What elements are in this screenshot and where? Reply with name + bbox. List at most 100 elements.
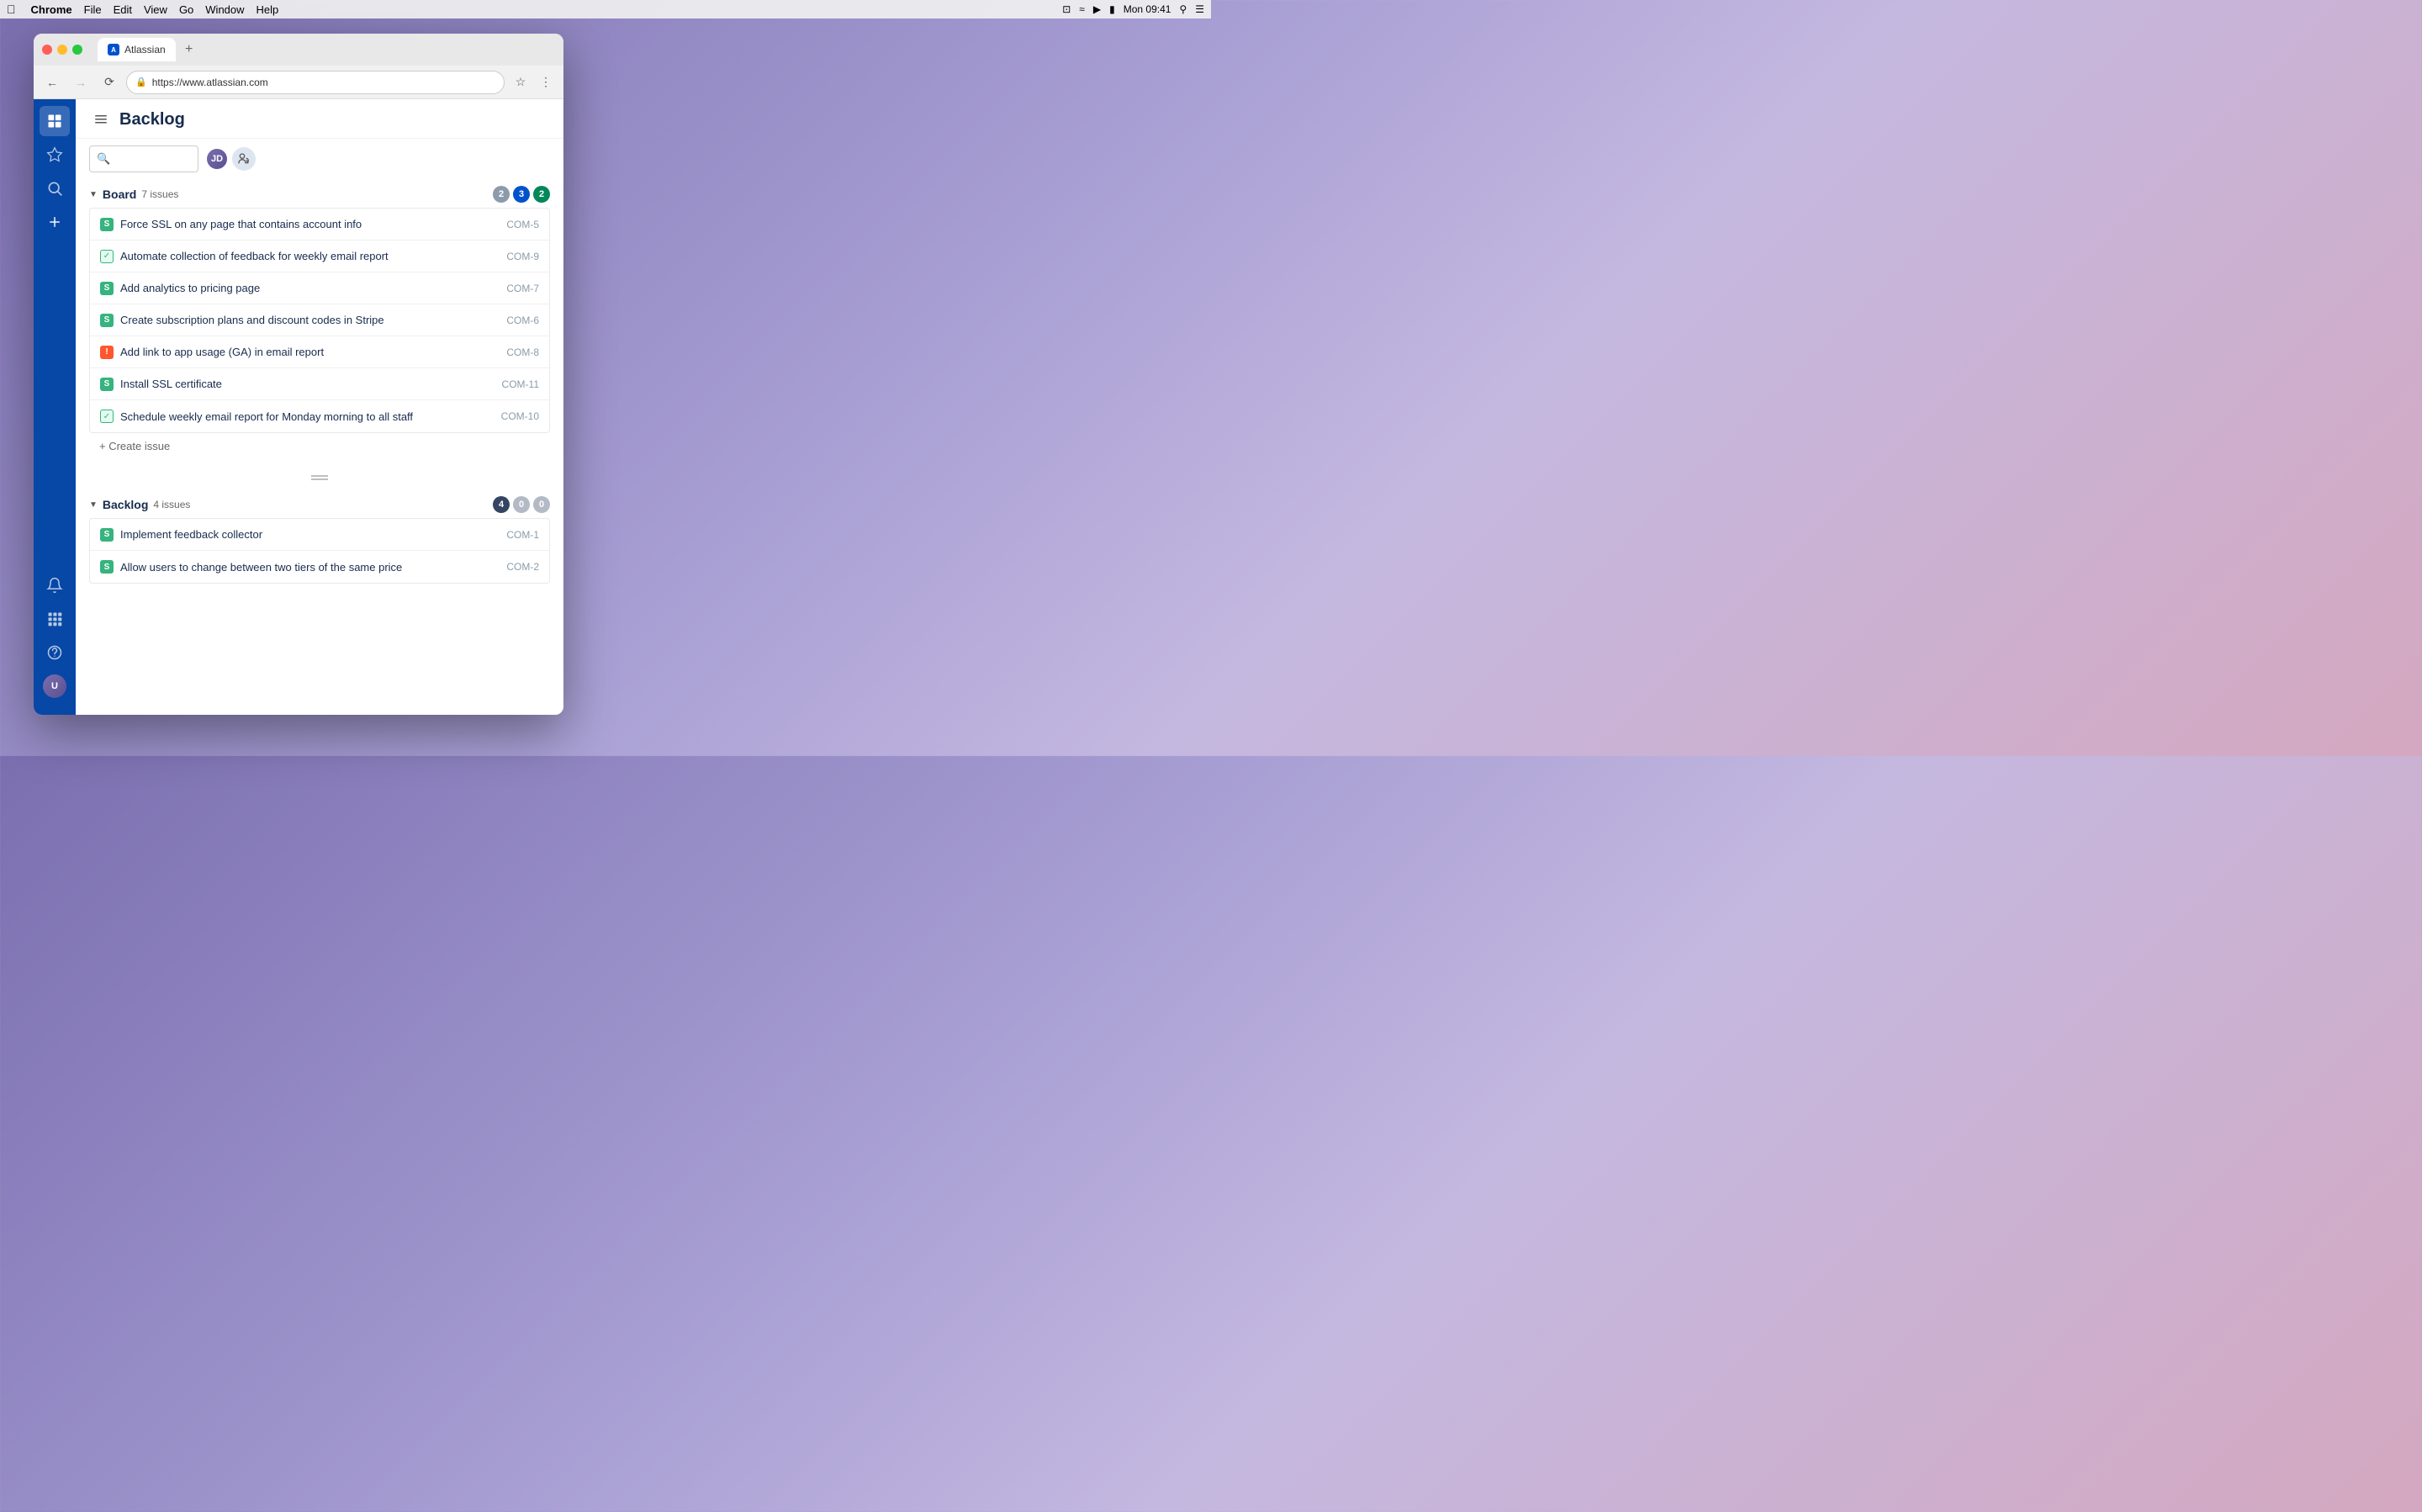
traffic-lights <box>42 45 82 55</box>
bell-icon <box>46 577 63 594</box>
plus-icon <box>46 214 63 230</box>
url-text: https://www.atlassian.com <box>152 77 268 88</box>
issue-id: COM-1 <box>506 529 539 541</box>
menubar-left:  Chrome File Edit View Go Window Help <box>7 3 278 16</box>
more-button[interactable]: ⋮ <box>535 71 557 93</box>
star-icon <box>46 146 63 163</box>
tab-title: Atlassian <box>124 44 166 56</box>
sidebar-item-starred[interactable] <box>40 140 70 170</box>
board-badge-1: 3 <box>513 186 530 203</box>
create-issue-label: + Create issue <box>99 440 170 452</box>
table-row[interactable]: ! Add link to app usage (GA) in email re… <box>90 336 549 368</box>
board-section: ▼ Board 7 issues 2 3 2 S Force SSL on an… <box>76 179 563 459</box>
sidebar-item-help[interactable] <box>40 637 70 668</box>
backlog-badge-0: 4 <box>493 496 510 513</box>
backlog-section-header[interactable]: ▼ Backlog 4 issues 4 0 0 <box>89 489 550 518</box>
board-badge-0: 2 <box>493 186 510 203</box>
issue-title: Add link to app usage (GA) in email repo… <box>120 346 500 358</box>
menubar-search-icon[interactable]: ⚲ <box>1179 3 1187 15</box>
backlog-badge-2: 0 <box>533 496 550 513</box>
avatar-user1-img: JD <box>207 149 227 169</box>
sidebar-item-notifications[interactable] <box>40 570 70 600</box>
issue-type-story-icon: S <box>100 218 114 231</box>
lock-icon: 🔒 <box>135 77 147 87</box>
board-issues-list: S Force SSL on any page that contains ac… <box>89 208 550 433</box>
minimize-button[interactable] <box>57 45 67 55</box>
table-row[interactable]: S Add analytics to pricing page COM-7 <box>90 272 549 304</box>
issue-title: Schedule weekly email report for Monday … <box>120 410 494 423</box>
issue-title: Add analytics to pricing page <box>120 282 500 294</box>
menubar-file[interactable]: File <box>84 3 102 16</box>
search-box-icon: 🔍 <box>97 152 110 166</box>
avatar-user1[interactable]: JD <box>205 147 229 171</box>
section-divider[interactable] <box>76 466 563 489</box>
issue-id: COM-7 <box>506 283 539 294</box>
board-section-header[interactable]: ▼ Board 7 issues 2 3 2 <box>89 179 550 208</box>
menubar-screen-icon: ⊡ <box>1062 3 1071 15</box>
search-input[interactable] <box>115 153 191 166</box>
issue-title: Allow users to change between two tiers … <box>120 561 500 574</box>
menubar-window[interactable]: Window <box>205 3 244 16</box>
avatar-team[interactable] <box>232 147 256 171</box>
apple-logo-icon[interactable]:  <box>7 3 16 16</box>
menubar-help[interactable]: Help <box>256 3 279 16</box>
apps-icon <box>46 611 63 627</box>
menubar-view[interactable]: View <box>144 3 167 16</box>
issue-type-story-icon: S <box>100 314 114 327</box>
issue-type-bug-icon: ! <box>100 346 114 359</box>
backlog-issues-list: S Implement feedback collector COM-1 S A… <box>89 518 550 584</box>
menubar-go[interactable]: Go <box>179 3 193 16</box>
search-icon <box>46 180 63 197</box>
table-row[interactable]: S Install SSL certificate COM-11 <box>90 368 549 400</box>
backlog-section-title: Backlog <box>103 498 148 511</box>
toolbar-actions: ☆ ⋮ <box>510 71 557 93</box>
menubar-chrome[interactable]: Chrome <box>31 3 72 16</box>
backlog-chevron-icon: ▼ <box>89 500 98 510</box>
menubar-list-icon[interactable]: ☰ <box>1195 3 1204 15</box>
table-row[interactable]: S Force SSL on any page that contains ac… <box>90 209 549 241</box>
backlog-section-badges: 4 0 0 <box>493 496 550 513</box>
menubar:  Chrome File Edit View Go Window Help ⊡… <box>0 0 1211 19</box>
menubar-right: ⊡ ≈ ▶ ▮ Mon 09:41 ⚲ ☰ <box>1062 3 1204 15</box>
issue-id: COM-11 <box>502 378 539 390</box>
close-button[interactable] <box>42 45 52 55</box>
forward-button[interactable]: → <box>69 71 93 94</box>
issue-type-story-icon: S <box>100 378 114 391</box>
table-row[interactable]: ✓ Automate collection of feedback for we… <box>90 241 549 272</box>
menubar-time: Mon 09:41 <box>1124 3 1171 15</box>
avatar-group: JD <box>205 147 256 171</box>
issue-type-check-icon: ✓ <box>100 410 114 423</box>
issue-type-check-icon: ✓ <box>100 250 114 263</box>
table-row[interactable]: ✓ Schedule weekly email report for Monda… <box>90 400 549 432</box>
chrome-toolbar: ← → ⟳ 🔒 https://www.atlassian.com ☆ ⋮ <box>34 66 563 99</box>
sidebar-item-profile[interactable]: U <box>40 671 70 701</box>
issue-title: Automate collection of feedback for week… <box>120 250 500 262</box>
menubar-edit[interactable]: Edit <box>114 3 132 16</box>
back-button[interactable]: ← <box>40 71 64 94</box>
menubar-wifi-icon: ≈ <box>1079 3 1085 15</box>
sidebar-item-search[interactable] <box>40 173 70 204</box>
active-tab[interactable]: A Atlassian <box>98 38 176 61</box>
sidebar-item-create[interactable] <box>40 207 70 237</box>
menu-toggle-button[interactable] <box>89 108 113 131</box>
table-row[interactable]: S Create subscription plans and discount… <box>90 304 549 336</box>
issue-type-story-icon: S <box>100 560 114 574</box>
menubar-volume-icon: ▶ <box>1093 3 1101 15</box>
table-row[interactable]: S Allow users to change between two tier… <box>90 551 549 583</box>
new-tab-button[interactable]: + <box>179 40 199 60</box>
reload-button[interactable]: ⟳ <box>98 71 121 94</box>
issue-id: COM-9 <box>506 251 539 262</box>
sidebar-item-home[interactable] <box>40 106 70 136</box>
maximize-button[interactable] <box>72 45 82 55</box>
address-bar[interactable]: 🔒 https://www.atlassian.com <box>126 71 505 94</box>
search-box[interactable]: 🔍 <box>89 145 198 172</box>
page-toolbar: 🔍 JD <box>76 139 563 179</box>
issue-type-story-icon: S <box>100 528 114 542</box>
table-row[interactable]: S Implement feedback collector COM-1 <box>90 519 549 551</box>
sidebar-item-apps[interactable] <box>40 604 70 634</box>
home-icon <box>46 113 63 130</box>
profile-avatar: U <box>43 674 66 698</box>
backlog-issue-count: 4 issues <box>153 499 190 510</box>
create-issue-button[interactable]: + Create issue <box>89 433 550 459</box>
bookmark-button[interactable]: ☆ <box>510 71 531 93</box>
